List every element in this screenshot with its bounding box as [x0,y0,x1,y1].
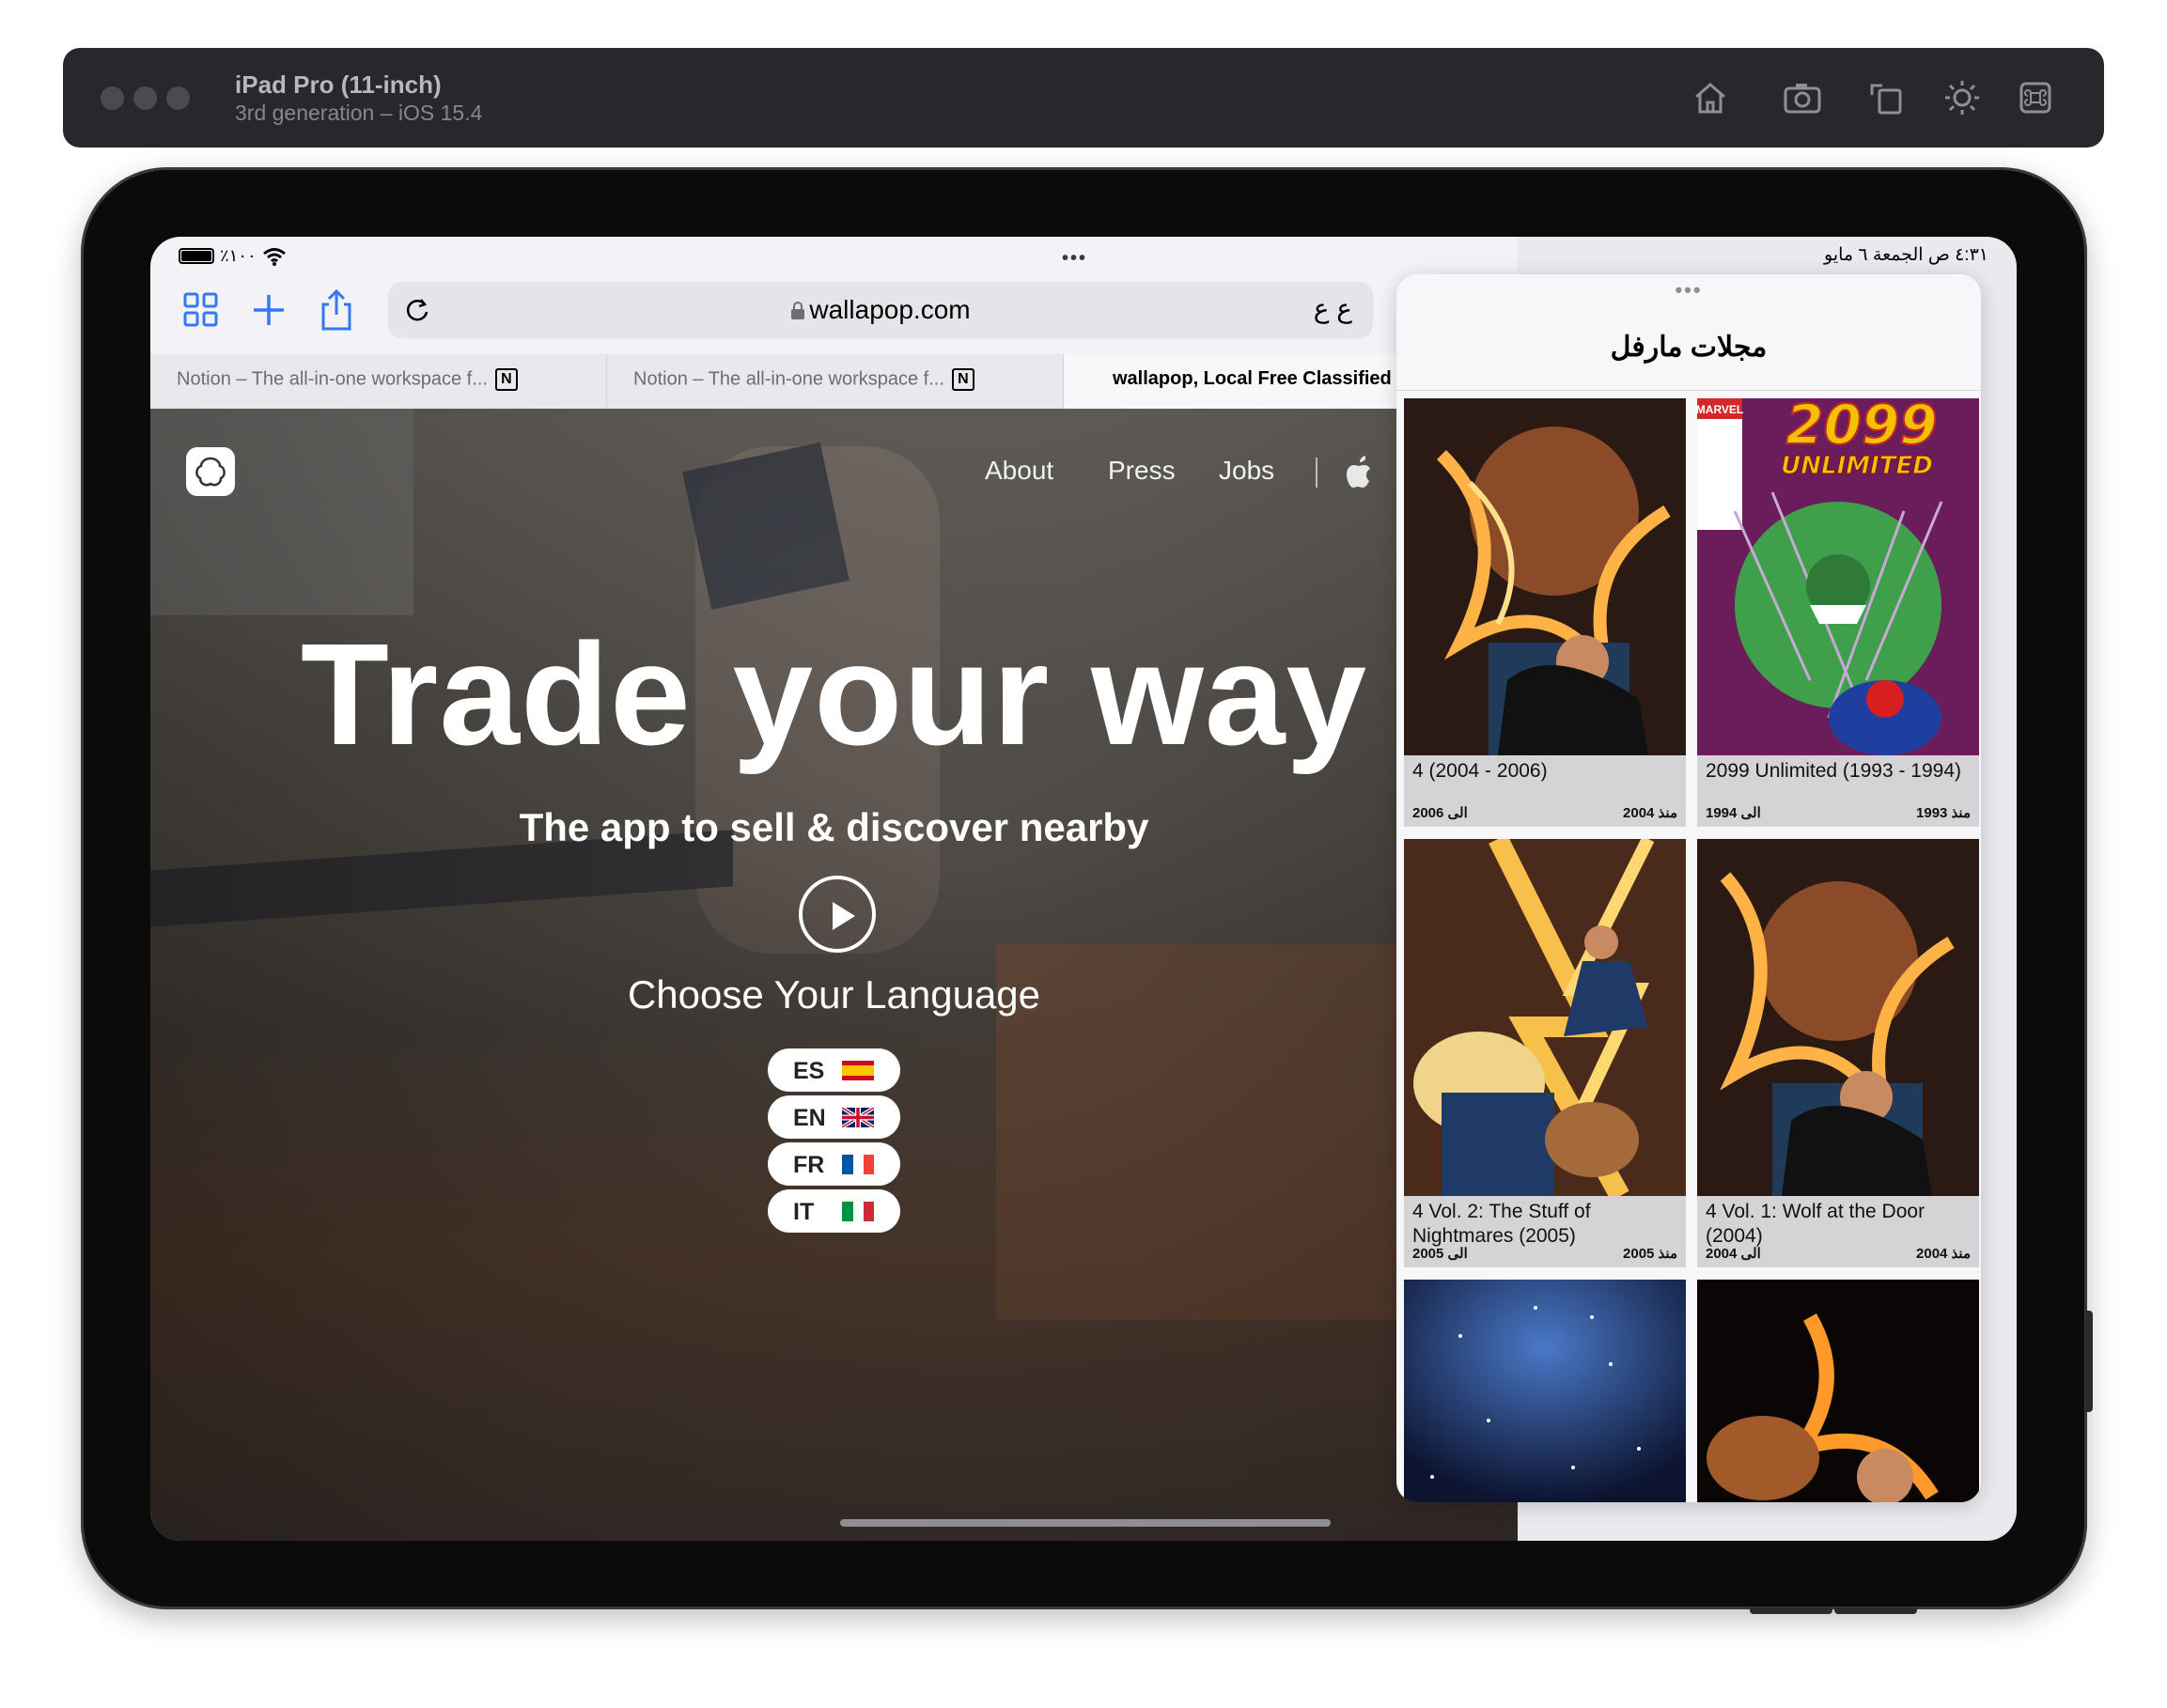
url-text: wallapop.com [388,295,1373,325]
cover-brand: MARVEL [1697,403,1743,416]
tab-overview-icon[interactable] [175,284,227,336]
home-indicator[interactable] [840,1519,1331,1527]
spain-flag-icon [842,1061,874,1080]
cover-subtitle: UNLIMITED [1781,452,1933,480]
brightness-icon[interactable] [1939,74,1986,121]
comic-caption: 4 Vol. 2: The Stuff of Nightmares (2005)… [1404,1196,1686,1267]
comic-cover-image [1404,839,1686,1196]
simulator-toolbar: iPad Pro (11-inch) 3rd generation – iOS … [63,48,2104,148]
comic-card[interactable]: 4 (2004 - 2006) الى 2006 منذ 2004 [1404,398,1686,827]
tab-notion-2[interactable]: Notion – The all-in-one workspace f... N [607,354,1064,409]
comic-card[interactable]: MARVEL 2099 UNLIMITED 2099 Unlimited (19… [1697,398,1979,827]
comic-caption: 4 (2004 - 2006) الى 2006 منذ 2004 [1404,755,1686,827]
choose-language-title: Choose Your Language [627,972,1041,1017]
side-button [2085,1311,2093,1412]
comic-caption: 4 Vol. 1: Wolf at the Door (2004) الى 20… [1697,1196,1979,1267]
comic-year-to: الى 1994 [1706,805,1761,821]
nav-about[interactable]: About [985,456,1053,486]
safari-window: ٪١٠٠ ••• wallapop.com ع ع Notion – The a… [150,237,1518,1541]
language-en-button[interactable]: EN [768,1095,900,1139]
slide-over-title: مجلات مارفل [1610,332,1768,363]
zoom-window-button[interactable] [166,86,190,110]
comic-title: 4 (2004 - 2006) [1412,760,1548,782]
comic-title: 4 Vol. 1: Wolf at the Door (2004) [1706,1201,1925,1247]
comic-card[interactable]: 4 Vol. 1: Wolf at the Door (2004) الى 20… [1697,839,1979,1267]
home-icon[interactable] [1687,74,1734,121]
nav-divider [1316,458,1317,488]
comic-card[interactable] [1697,1280,1979,1502]
comic-year-to: الى 2006 [1412,805,1468,821]
battery-percent: ٪١٠٠ [220,246,257,265]
new-tab-icon[interactable] [242,284,295,336]
comic-cover-image [1697,1280,1979,1502]
italy-flag-icon [842,1202,874,1221]
keyboard-command-icon[interactable] [2012,74,2059,121]
comic-cover-image: MARVEL 2099 UNLIMITED [1697,398,1979,755]
battery-icon [179,248,214,264]
wallapop-logo[interactable] [186,447,235,496]
language-es-button[interactable]: ES [768,1048,900,1092]
comic-title: 4 Vol. 2: The Stuff of Nightmares (2005) [1412,1201,1591,1247]
ipad-screen: ٪١٠٠ ••• wallapop.com ع ع Notion – The a… [150,237,2017,1541]
comic-cover-image [1404,1280,1686,1502]
cover-logo: 2099 [1785,398,1937,457]
status-bar-left: ٪١٠٠ [179,246,287,266]
comic-title: 2099 Unlimited (1993 - 1994) [1706,760,1961,782]
nav-jobs[interactable]: Jobs [1219,456,1274,486]
rotate-icon[interactable] [1863,74,1910,121]
minimize-window-button[interactable] [133,86,157,110]
notion-icon: N [951,368,974,391]
tab-bar: Notion – The all-in-one workspace f... N … [150,354,1518,409]
comic-year-from: منذ 2004 [1916,1246,1971,1262]
device-name: iPad Pro (11-inch) [235,70,442,99]
comic-year-to: الى 2004 [1706,1246,1761,1262]
page-settings-button[interactable]: ع ع [1314,293,1352,324]
multitasking-dots[interactable]: ••• [1062,248,1087,270]
hero-headline: Trade your way [300,613,1368,775]
slide-over-app: ••• مجلات مارفل 4 (2004 - 2006) الى 2006… [1396,274,1981,1502]
comic-card[interactable]: 4 Vol. 2: The Stuff of Nightmares (2005)… [1404,839,1686,1267]
uk-flag-icon [842,1108,874,1127]
share-icon[interactable] [310,284,363,336]
slide-over-handle[interactable]: ••• [1396,278,1981,303]
france-flag-icon [842,1155,874,1174]
comic-year-from: منذ 2004 [1623,805,1677,821]
comic-cover-image [1697,839,1979,1196]
tab-notion-1[interactable]: Notion – The all-in-one workspace f... N [150,354,607,409]
volume-button [1750,1607,1832,1614]
address-bar[interactable]: wallapop.com ع ع [388,282,1373,338]
lock-icon [791,302,805,319]
comic-caption: 2099 Unlimited (1993 - 1994) الى 1994 من… [1697,755,1979,827]
comic-year-from: منذ 1993 [1916,805,1971,821]
apple-icon[interactable] [1344,452,1376,489]
volume-button [1834,1607,1917,1614]
language-it-button[interactable]: IT [768,1189,900,1233]
play-video-button[interactable] [799,876,876,953]
comic-year-from: منذ 2005 [1623,1246,1677,1262]
status-clock: ٤:٣١ ص الجمعة ٦ مايو [1824,245,1988,265]
comic-year-to: الى 2005 [1412,1246,1468,1262]
hero-subheadline: The app to sell & discover nearby [519,805,1149,849]
wifi-icon [262,247,286,266]
notion-icon: N [494,368,518,391]
device-subtitle: 3rd generation – iOS 15.4 [235,101,483,125]
title-divider [1396,390,1981,391]
comic-cover-image [1404,398,1686,755]
language-fr-button[interactable]: FR [768,1142,900,1186]
wallapop-page: About Press Jobs Trade your way The app … [150,409,1518,1541]
screenshot-icon[interactable] [1779,74,1826,121]
comic-card[interactable] [1404,1280,1686,1502]
nav-press[interactable]: Press [1108,456,1176,486]
close-window-button[interactable] [101,86,124,110]
